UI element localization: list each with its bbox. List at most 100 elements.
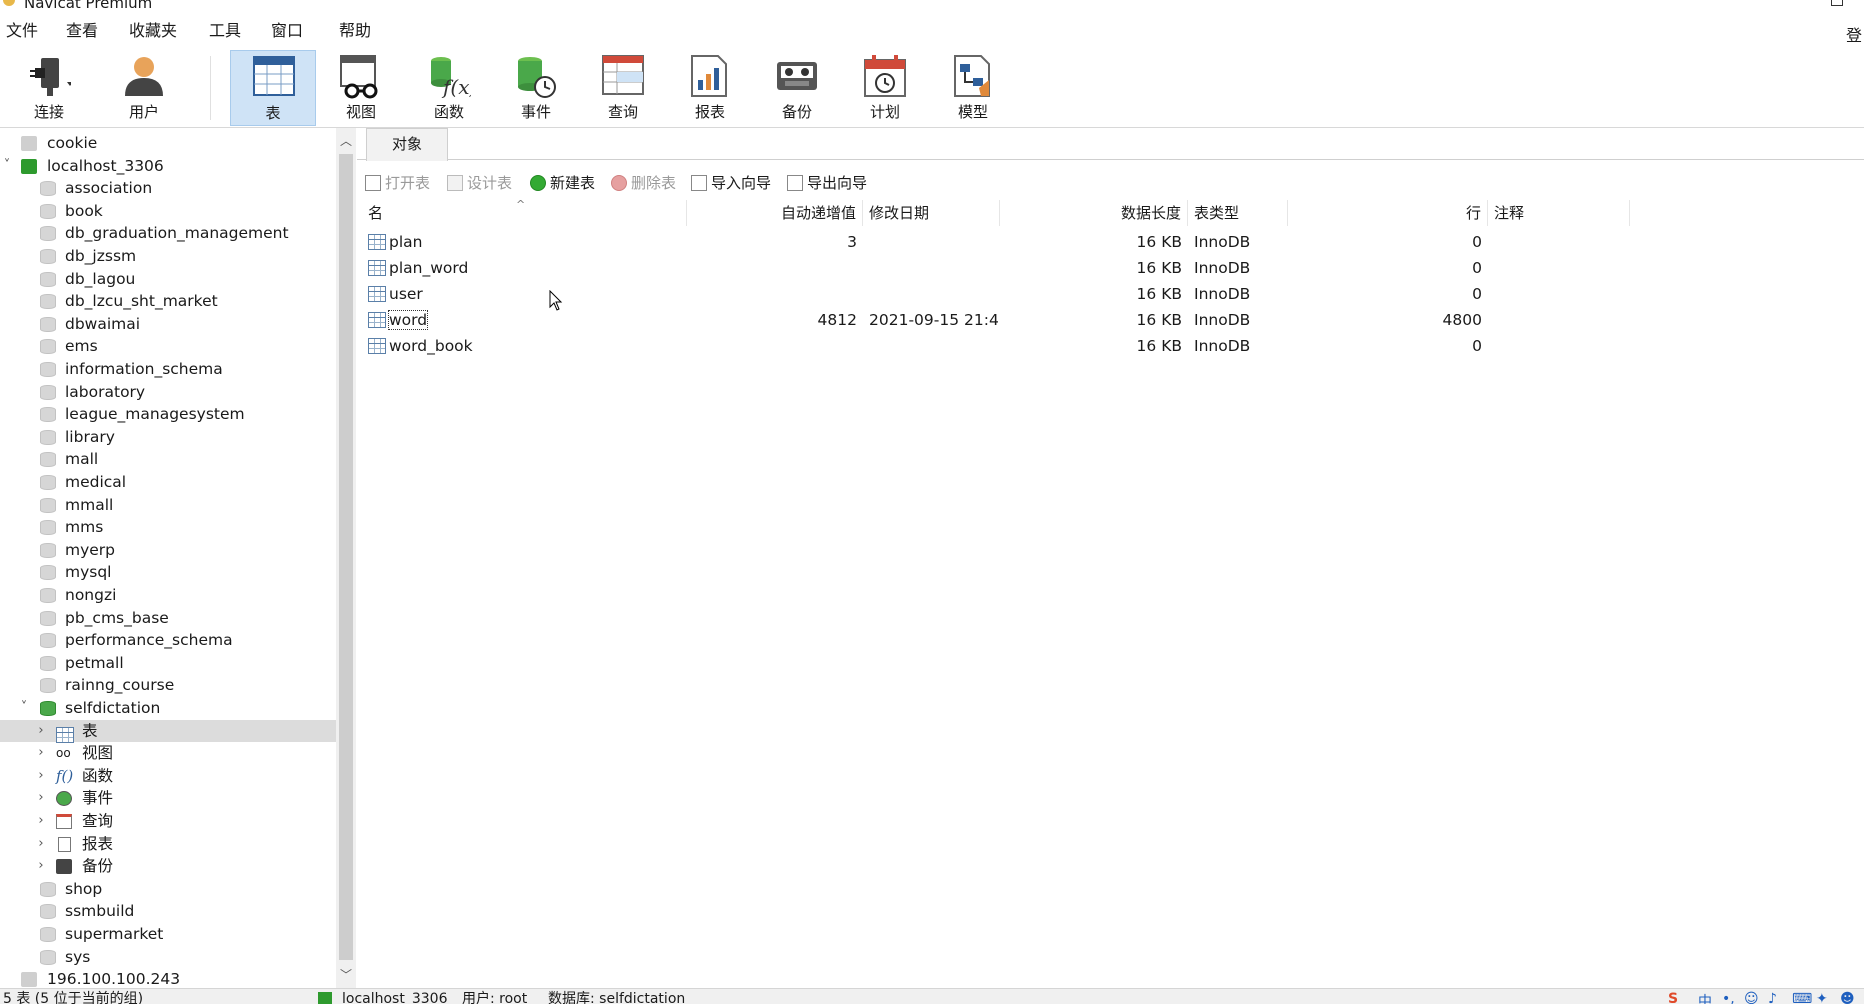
menu-tools[interactable]: 工具 xyxy=(209,22,241,40)
tree-scrollbar[interactable]: ︿ ﹀ xyxy=(336,128,356,988)
tree-item-localhost-3306[interactable]: ˅ localhost_3306 xyxy=(0,155,336,178)
menu-favorites[interactable]: 收藏夹 xyxy=(129,22,177,40)
tree-item-database[interactable]: association xyxy=(0,177,336,200)
tree-item-database[interactable]: pb_cms_base xyxy=(0,607,336,630)
table-row[interactable]: plan 3 16 KB InnoDB 0 xyxy=(362,229,1864,255)
tree-item-database[interactable]: rainng_course xyxy=(0,674,336,697)
keyboard-icon[interactable]: ⌨ xyxy=(1792,991,1812,1004)
tree-item-database[interactable]: sys xyxy=(0,946,336,969)
tree-item-database[interactable]: ssmbuild xyxy=(0,900,336,923)
tree-item-database[interactable]: supermarket xyxy=(0,923,336,946)
microphone-icon[interactable]: ♪ xyxy=(1768,991,1777,1004)
column-header-name[interactable]: 名 ^ xyxy=(362,198,687,226)
tree-item-database[interactable]: ems xyxy=(0,335,336,358)
chevron-down-icon[interactable]: ˅ xyxy=(1,155,13,177)
chevron-right-icon[interactable]: › xyxy=(35,765,47,787)
tree-item-database[interactable]: mms xyxy=(0,516,336,539)
table-row[interactable]: word_book 16 KB InnoDB 0 xyxy=(362,333,1864,359)
table-row[interactable]: user 16 KB InnoDB 0 xyxy=(362,281,1864,307)
tree-item-database[interactable]: nongzi xyxy=(0,584,336,607)
toolbar-user-button[interactable]: 用户 xyxy=(101,50,187,126)
tree-item-functions[interactable]: › f() 函数 xyxy=(0,765,336,788)
tree-item-database[interactable]: db_lagou xyxy=(0,268,336,291)
tree-item-cookie[interactable]: cookie xyxy=(0,132,336,155)
table-row[interactable]: plan_word 16 KB InnoDB 0 xyxy=(362,255,1864,281)
toolbar-function-button[interactable]: f(x) 函数 xyxy=(406,50,492,126)
column-header-comment[interactable]: 注释 xyxy=(1488,200,1630,226)
new-table-button[interactable]: 新建表 xyxy=(530,172,595,194)
column-header-rows[interactable]: 行 xyxy=(1288,200,1488,226)
toolbar-backup-button[interactable]: 备份 xyxy=(754,50,840,126)
tree-item-backups[interactable]: › 备份 xyxy=(0,855,336,878)
tree-item-database[interactable]: league_managesystem xyxy=(0,403,336,426)
tree-item-database[interactable]: performance_schema xyxy=(0,629,336,652)
menu-help[interactable]: 帮助 xyxy=(339,22,371,40)
tree-item-database[interactable]: db_jzssm xyxy=(0,245,336,268)
toolbar-report-button[interactable]: 报表 xyxy=(667,50,753,126)
tree-item-database[interactable]: information_schema xyxy=(0,358,336,381)
column-header-modified-date[interactable]: 修改日期 xyxy=(863,200,1000,226)
tree-item-events[interactable]: › 事件 xyxy=(0,787,336,810)
tree-item-reports[interactable]: › 报表 xyxy=(0,833,336,856)
toolbar-event-button[interactable]: 事件 xyxy=(493,50,579,126)
tree-item-database[interactable]: mall xyxy=(0,448,336,471)
connection-tree[interactable]: cookie ˅ localhost_3306 association book… xyxy=(0,128,336,988)
menu-window[interactable]: 窗口 xyxy=(271,22,303,40)
tree-item-views[interactable]: › oo 视图 xyxy=(0,742,336,765)
column-header-engine[interactable]: 表类型 xyxy=(1188,200,1288,226)
tree-item-database[interactable]: library xyxy=(0,426,336,449)
tree-item-queries[interactable]: › 查询 xyxy=(0,810,336,833)
skin-icon[interactable]: ✦ xyxy=(1816,991,1828,1004)
tree-item-database[interactable]: mmall xyxy=(0,494,336,517)
tree-item-database[interactable]: medical xyxy=(0,471,336,494)
scroll-down-icon[interactable]: ﹀ xyxy=(336,966,356,983)
emoji-icon[interactable]: ☺ xyxy=(1744,991,1759,1004)
sogou-ime-icon[interactable]: S xyxy=(1668,991,1678,1004)
toolbar-query-button[interactable]: 查询 xyxy=(580,50,666,126)
maximize-icon[interactable] xyxy=(1831,0,1843,6)
tree-item-connection[interactable]: 196.100.100.243 xyxy=(0,968,336,988)
tree-item-database[interactable]: db_lzcu_sht_market xyxy=(0,290,336,313)
open-table-button[interactable]: 打开表 xyxy=(365,172,430,194)
tree-item-tables[interactable]: › 表 xyxy=(0,719,336,743)
design-table-button[interactable]: 设计表 xyxy=(447,172,512,194)
tree-item-database[interactable]: book xyxy=(0,200,336,223)
chevron-right-icon[interactable]: › xyxy=(35,742,47,764)
export-wizard-button[interactable]: 导出向导 xyxy=(787,172,867,194)
tree-item-selfdictation[interactable]: ˅ selfdictation xyxy=(0,697,336,720)
delete-table-button[interactable]: 删除表 xyxy=(611,172,676,194)
table-list[interactable]: 名 ^ 自动递增值 修改日期 数据长度 表类型 行 注释 plan 3 16 KB… xyxy=(362,198,1864,988)
menu-file[interactable]: 文件 xyxy=(6,22,38,40)
chevron-right-icon[interactable]: › xyxy=(35,833,47,855)
scrollbar-thumb[interactable] xyxy=(339,154,353,960)
toolbar-view-button[interactable]: 视图 xyxy=(318,50,404,126)
toolbar-connect-button[interactable]: 连接 xyxy=(6,50,92,126)
toolbar-table-button[interactable]: 表 xyxy=(230,50,316,126)
chevron-right-icon[interactable]: › xyxy=(35,720,47,742)
toolbar-model-button[interactable]: 模型 xyxy=(930,50,1016,126)
tab-objects[interactable]: 对象 xyxy=(366,128,448,161)
chevron-right-icon[interactable]: › xyxy=(35,787,47,809)
column-header-data-length[interactable]: 数据长度 xyxy=(1000,200,1188,226)
tree-item-database[interactable]: db_graduation_management xyxy=(0,222,336,245)
menu-view[interactable]: 查看 xyxy=(66,22,98,40)
tree-item-database[interactable]: myerp xyxy=(0,539,336,562)
punctuation-icon[interactable]: •, xyxy=(1722,991,1735,1004)
user-icon[interactable]: ☻ xyxy=(1840,991,1855,1004)
login-link[interactable]: 登 xyxy=(1846,22,1864,46)
ime-chinese-mode-icon[interactable]: 中 xyxy=(1698,991,1712,1004)
tree-item-database[interactable]: dbwaimai xyxy=(0,313,336,336)
import-wizard-button[interactable]: 导入向导 xyxy=(691,172,771,194)
tree-item-database[interactable]: petmall xyxy=(0,652,336,675)
toolbar-schedule-button[interactable]: 计划 xyxy=(842,50,928,126)
tree-item-database[interactable]: mysql xyxy=(0,561,336,584)
column-header-auto-increment[interactable]: 自动递增值 xyxy=(687,200,863,226)
scroll-up-icon[interactable]: ︿ xyxy=(336,132,356,149)
chevron-right-icon[interactable]: › xyxy=(35,810,47,832)
tree-item-label: dbwaimai xyxy=(65,314,141,333)
tree-item-database[interactable]: shop xyxy=(0,878,336,901)
table-row[interactable]: word 4812 2021-09-15 21:4... 16 KB InnoD… xyxy=(362,307,1864,333)
chevron-down-icon[interactable]: ˅ xyxy=(18,697,30,719)
tree-item-database[interactable]: laboratory xyxy=(0,381,336,404)
chevron-right-icon[interactable]: › xyxy=(35,855,47,877)
